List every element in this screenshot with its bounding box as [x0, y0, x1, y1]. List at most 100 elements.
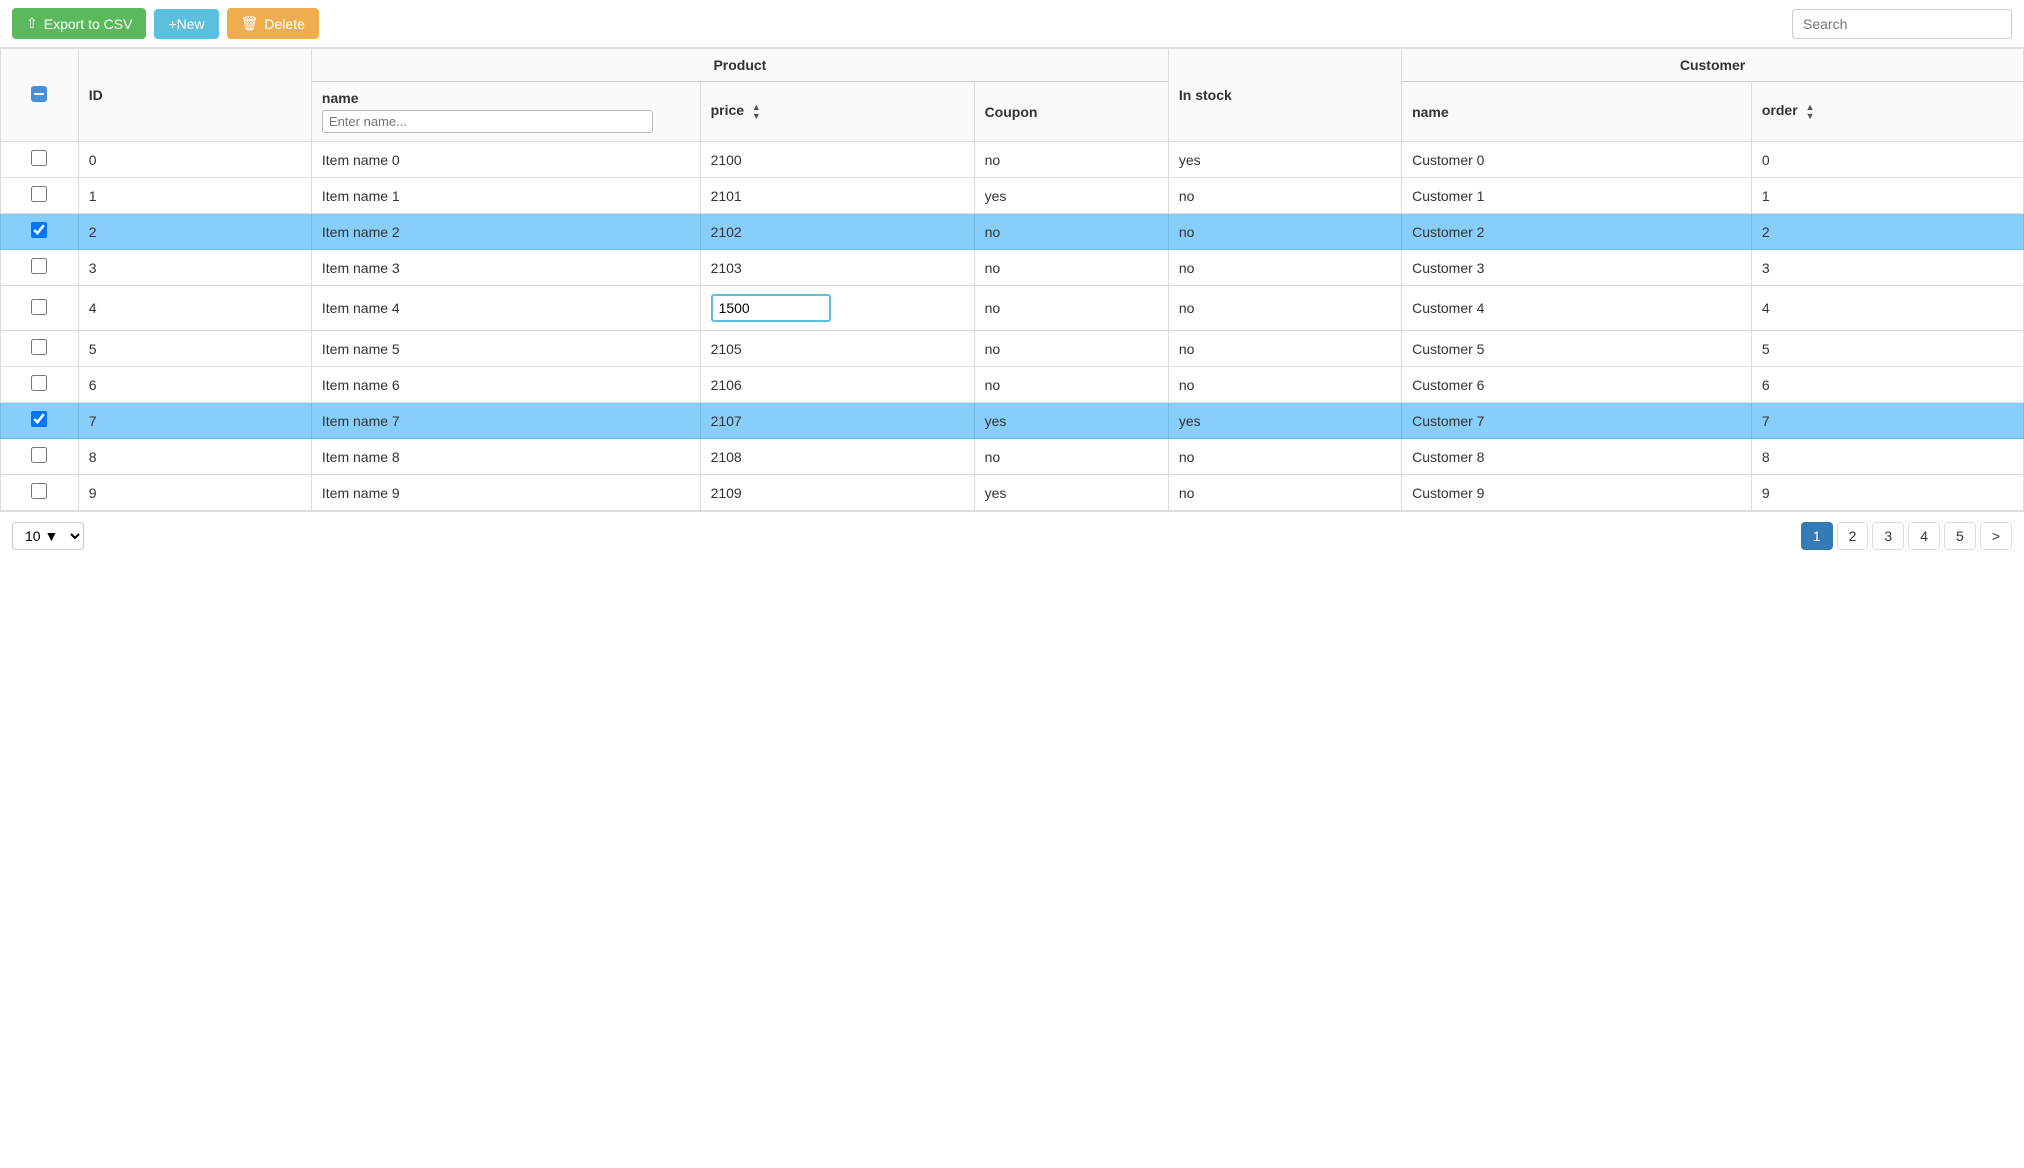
price-col-header[interactable]: price ▲ ▼	[700, 82, 974, 142]
row-coupon: no	[974, 286, 1168, 331]
trash-icon: 🗑	[241, 15, 259, 32]
row-coupon: no	[974, 142, 1168, 178]
row-id: 6	[78, 367, 311, 403]
row-instock: no	[1168, 439, 1401, 475]
row-check-cell[interactable]	[1, 331, 79, 367]
row-price: 2108	[700, 439, 974, 475]
row-instock: no	[1168, 475, 1401, 511]
cust-name-label: name	[1412, 104, 1449, 120]
new-button[interactable]: +New	[154, 9, 218, 39]
coupon-col-header: Coupon	[974, 82, 1168, 142]
select-all-header[interactable]	[1, 49, 79, 142]
deselect-all-icon[interactable]	[31, 86, 47, 102]
row-check-cell[interactable]	[1, 142, 79, 178]
row-check-cell[interactable]	[1, 286, 79, 331]
row-checkbox[interactable]	[31, 222, 47, 238]
row-name: Item name 3	[311, 250, 700, 286]
row-name: Item name 7	[311, 403, 700, 439]
row-price: 2103	[700, 250, 974, 286]
row-price: 2107	[700, 403, 974, 439]
page-1-button[interactable]: 1	[1801, 522, 1833, 550]
row-name: Item name 6	[311, 367, 700, 403]
order-col-header[interactable]: order ▲ ▼	[1751, 82, 2023, 142]
per-page-select[interactable]: 10 ▼ 20 50	[12, 522, 84, 550]
cust-name-col-header: name	[1402, 82, 1752, 142]
page-5-button[interactable]: 5	[1944, 522, 1976, 550]
row-coupon: no	[974, 250, 1168, 286]
page-2-button[interactable]: 2	[1837, 522, 1869, 550]
table-row: 9Item name 92109yesnoCustomer 99	[1, 475, 2024, 511]
pagination-bar: 10 ▼ 20 50 1 2 3 4 5 >	[0, 511, 2024, 560]
table-row: 2Item name 22102nonoCustomer 22	[1, 214, 2024, 250]
row-coupon: yes	[974, 403, 1168, 439]
data-table: ID Product In stock Customer name	[0, 48, 2024, 511]
row-check-cell[interactable]	[1, 214, 79, 250]
table-row: 1Item name 12101yesnoCustomer 11	[1, 178, 2024, 214]
row-check-cell[interactable]	[1, 475, 79, 511]
row-name: Item name 1	[311, 178, 700, 214]
row-checkbox[interactable]	[31, 447, 47, 463]
header-group-row: ID Product In stock Customer	[1, 49, 2024, 82]
customer-group-header: Customer	[1402, 49, 2024, 82]
row-order: 0	[1751, 142, 2023, 178]
page-4-button[interactable]: 4	[1908, 522, 1940, 550]
row-checkbox[interactable]	[31, 375, 47, 391]
row-id: 7	[78, 403, 311, 439]
row-checkbox[interactable]	[31, 258, 47, 274]
row-price: 2109	[700, 475, 974, 511]
row-price[interactable]	[700, 286, 974, 331]
row-checkbox[interactable]	[31, 339, 47, 355]
row-name: Item name 8	[311, 439, 700, 475]
row-customer-name: Customer 0	[1402, 142, 1752, 178]
customer-group-label: Customer	[1680, 57, 1745, 73]
row-id: 1	[78, 178, 311, 214]
row-check-cell[interactable]	[1, 250, 79, 286]
row-instock: no	[1168, 214, 1401, 250]
row-id: 4	[78, 286, 311, 331]
row-check-cell[interactable]	[1, 367, 79, 403]
row-name: Item name 5	[311, 331, 700, 367]
export-csv-button[interactable]: ⇧ Export to CSV	[12, 8, 146, 39]
page-3-button[interactable]: 3	[1872, 522, 1904, 550]
row-checkbox[interactable]	[31, 483, 47, 499]
row-customer-name: Customer 6	[1402, 367, 1752, 403]
price-edit-input[interactable]	[711, 294, 831, 322]
export-icon: ⇧	[26, 15, 38, 32]
delete-label: Delete	[264, 16, 304, 32]
name-col-header: name	[311, 82, 700, 142]
name-label: name	[322, 90, 690, 106]
row-id: 5	[78, 331, 311, 367]
row-check-cell[interactable]	[1, 439, 79, 475]
row-checkbox[interactable]	[31, 411, 47, 427]
toolbar: ⇧ Export to CSV +New 🗑 Delete	[0, 0, 2024, 48]
order-sort-icon[interactable]: ▲ ▼	[1806, 103, 1815, 121]
table-row: 4Item name 4nonoCustomer 44	[1, 286, 2024, 331]
pagination: 1 2 3 4 5 >	[1801, 522, 2012, 550]
row-price: 2101	[700, 178, 974, 214]
row-check-cell[interactable]	[1, 178, 79, 214]
row-checkbox[interactable]	[31, 186, 47, 202]
row-coupon: no	[974, 367, 1168, 403]
table-row: 7Item name 72107yesyesCustomer 77	[1, 403, 2024, 439]
row-price: 2102	[700, 214, 974, 250]
name-filter-input[interactable]	[322, 110, 653, 133]
row-id: 2	[78, 214, 311, 250]
row-check-cell[interactable]	[1, 403, 79, 439]
table-row: 5Item name 52105nonoCustomer 55	[1, 331, 2024, 367]
row-price: 2106	[700, 367, 974, 403]
row-order: 1	[1751, 178, 2023, 214]
search-input[interactable]	[1792, 9, 2012, 39]
price-label: price	[711, 102, 744, 118]
row-order: 4	[1751, 286, 2023, 331]
price-sort-icon[interactable]: ▲ ▼	[752, 103, 761, 121]
delete-button[interactable]: 🗑 Delete	[227, 8, 319, 39]
row-name: Item name 2	[311, 214, 700, 250]
row-checkbox[interactable]	[31, 150, 47, 166]
row-instock: yes	[1168, 403, 1401, 439]
page-next-button[interactable]: >	[1980, 522, 2012, 550]
row-coupon: yes	[974, 475, 1168, 511]
table-body: 0Item name 02100noyesCustomer 001Item na…	[1, 142, 2024, 511]
row-checkbox[interactable]	[31, 299, 47, 315]
row-customer-name: Customer 9	[1402, 475, 1752, 511]
row-instock: no	[1168, 331, 1401, 367]
